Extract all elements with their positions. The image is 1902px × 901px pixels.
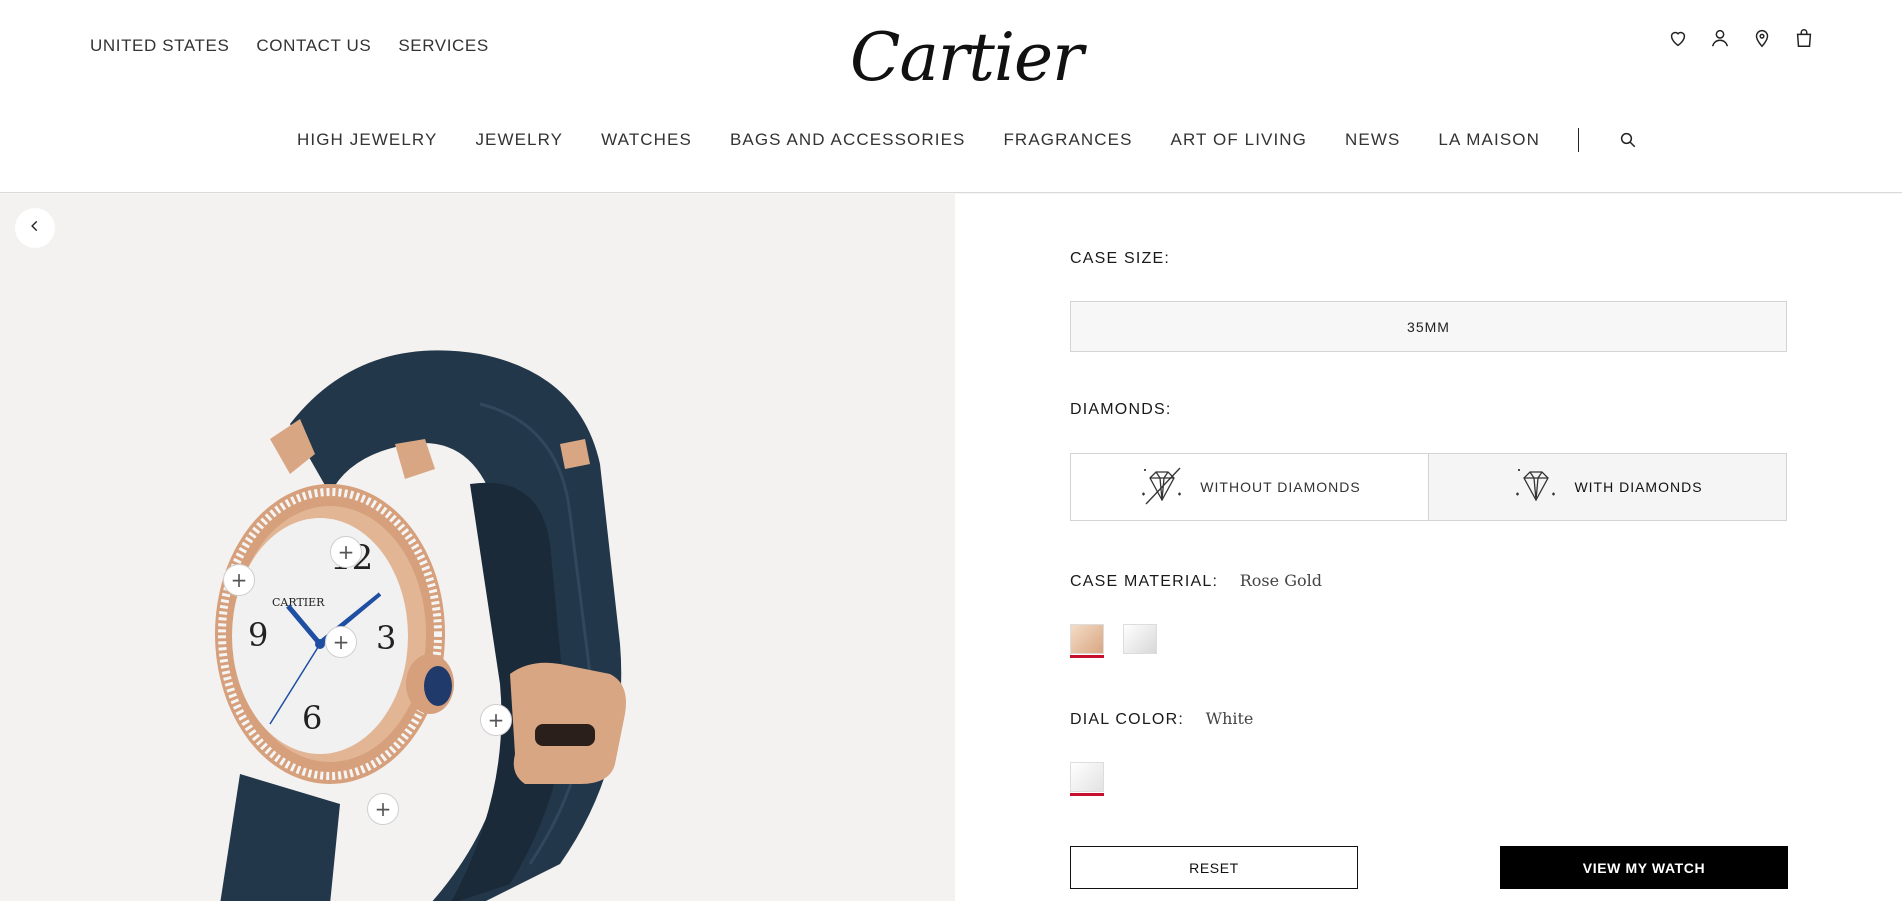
hotspot-strap[interactable]: +	[367, 793, 399, 825]
dial-color-value: White	[1205, 709, 1254, 728]
nav-la-maison[interactable]: LA MAISON	[1438, 130, 1540, 150]
case-material-label: CASE MATERIAL:	[1070, 573, 1219, 590]
nav-watches[interactable]: WATCHES	[601, 130, 692, 150]
swatch-rose-gold-chip	[1070, 624, 1104, 654]
diamond-sparkle-icon	[1512, 464, 1560, 511]
view-my-watch-button[interactable]: VIEW MY WATCH	[1500, 846, 1788, 889]
shopping-bag-icon[interactable]	[1792, 26, 1816, 50]
util-link-services[interactable]: SERVICES	[398, 36, 488, 56]
case-material-value: Rose Gold	[1239, 571, 1322, 590]
nav-bags-accessories[interactable]: BAGS AND ACCESSORIES	[730, 130, 966, 150]
swatch-dial-white[interactable]	[1070, 762, 1104, 796]
hotspot-dial-top[interactable]: +	[330, 536, 362, 568]
swatch-dial-white-chip	[1070, 762, 1104, 792]
dial-color-label: DIAL COLOR:	[1070, 711, 1184, 728]
case-size-option-35mm[interactable]: 35MM	[1070, 301, 1787, 352]
swatch-steel[interactable]	[1123, 624, 1157, 658]
case-size-label: CASE SIZE:	[1070, 250, 1171, 267]
without-diamonds-label: WITHOUT DIAMONDS	[1200, 479, 1361, 495]
back-button[interactable]	[15, 208, 55, 248]
utility-nav: UNITED STATES CONTACT US SERVICES	[90, 36, 489, 56]
heart-icon[interactable]	[1666, 26, 1690, 50]
without-diamonds-option[interactable]: WITHOUT DIAMONDS	[1071, 454, 1428, 520]
swatch-selected-indicator	[1070, 655, 1104, 658]
dial-numeral-9: 9	[248, 616, 268, 654]
nav-jewelry[interactable]: JEWELRY	[475, 130, 563, 150]
diamonds-toggle-group: WITHOUT DIAMONDS WITH DIAMONDS	[1070, 453, 1787, 521]
swatch-rose-gold[interactable]	[1070, 624, 1104, 658]
dial-color-row: DIAL COLOR: White	[1070, 709, 1253, 729]
hotspot-bezel[interactable]: +	[223, 564, 255, 596]
header-icon-group	[1666, 26, 1816, 50]
dial-brand-text: CARTIER	[272, 596, 325, 609]
location-pin-icon[interactable]	[1750, 26, 1774, 50]
diamond-crossed-icon	[1138, 464, 1186, 511]
nav-fragrances[interactable]: FRAGRANCES	[1003, 130, 1132, 150]
diamonds-label: DIAMONDS:	[1070, 401, 1172, 418]
user-icon[interactable]	[1708, 26, 1732, 50]
nav-high-jewelry[interactable]: HIGH JEWELRY	[297, 130, 437, 150]
util-link-country[interactable]: UNITED STATES	[90, 36, 229, 56]
util-link-contact[interactable]: CONTACT US	[256, 36, 371, 56]
brand-logo[interactable]: Cartier	[850, 18, 1084, 98]
with-diamonds-label: WITH DIAMONDS	[1574, 479, 1703, 495]
dial-numeral-6: 6	[302, 699, 322, 737]
watch-illustration: 12 3 6 9 CARTIER + + + + +	[180, 344, 700, 901]
swatch-selected-indicator	[1070, 793, 1104, 796]
hotspot-dial-center[interactable]: +	[325, 626, 357, 658]
nav-art-of-living[interactable]: ART OF LIVING	[1171, 130, 1307, 150]
reset-button[interactable]: RESET	[1070, 846, 1358, 889]
main-nav: HIGH JEWELRY JEWELRY WATCHES BAGS AND AC…	[0, 128, 1902, 152]
search-icon[interactable]	[1617, 129, 1639, 151]
swatch-steel-chip	[1123, 624, 1157, 654]
nav-news[interactable]: NEWS	[1345, 130, 1400, 150]
nav-divider	[1577, 128, 1579, 152]
hotspot-crown[interactable]: +	[480, 704, 512, 736]
case-material-row: CASE MATERIAL: Rose Gold	[1070, 571, 1322, 591]
chevron-left-icon	[28, 219, 42, 238]
product-image-panel: 12 3 6 9 CARTIER + + + + +	[0, 194, 955, 901]
site-header: UNITED STATES CONTACT US SERVICES Cartie…	[0, 0, 1902, 193]
watch-configurator: CASE SIZE: 35MM DIAMONDS: WITHOUT DIAMON…	[955, 194, 1902, 901]
dial-numeral-3: 3	[376, 619, 396, 657]
with-diamonds-option[interactable]: WITH DIAMONDS	[1428, 454, 1786, 520]
